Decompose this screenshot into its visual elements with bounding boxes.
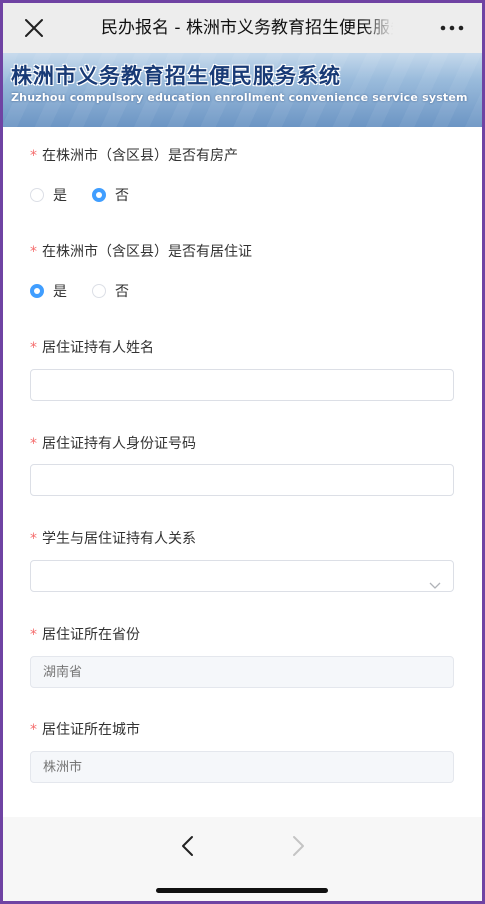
banner-title-cn: 株洲市义务教育招生便民服务系统: [11, 64, 341, 88]
holder-name-label-text: 居住证持有人姓名: [42, 340, 154, 356]
title-bar: 民办报名 - 株洲市义务教育招生便民服务系统: [3, 3, 482, 53]
phone-screen: 民办报名 - 株洲市义务教育招生便民服务系统 株洲市义务教育招生便民服务系统 Z…: [3, 3, 482, 901]
holder-name-input[interactable]: [30, 369, 454, 401]
radio-button-selected[interactable]: [30, 284, 44, 298]
city-input: [30, 751, 454, 783]
has-property-label: * 在株洲市（含区县）是否有房产: [30, 146, 238, 166]
has-property-label-text: 在株洲市（含区县）是否有房产: [42, 148, 238, 164]
city-label: * 居住证所在城市: [30, 720, 140, 740]
chevron-down-icon[interactable]: [429, 572, 441, 589]
required-mark: *: [30, 722, 37, 738]
home-indicator[interactable]: [156, 888, 328, 893]
required-mark: *: [30, 148, 37, 164]
radio-button-selected[interactable]: [92, 188, 106, 202]
radio-label: 是: [53, 284, 67, 300]
required-mark: *: [30, 531, 37, 547]
chevron-right-icon[interactable]: [283, 831, 313, 861]
holder-id-input[interactable]: [30, 464, 454, 496]
has-permit-label-text: 在株洲市（含区县）是否有居住证: [42, 244, 252, 260]
radio-button[interactable]: [30, 188, 44, 202]
city-label-text: 居住证所在城市: [42, 722, 140, 738]
required-mark: *: [30, 436, 37, 452]
has-property-option-no[interactable]: 否: [92, 186, 137, 208]
radio-label: 否: [115, 188, 129, 204]
holder-id-label-text: 居住证持有人身份证号码: [42, 436, 196, 452]
banner-title-en: Zhuzhou compulsory education enrollment …: [11, 91, 468, 104]
relation-label-text: 学生与居住证持有人关系: [42, 531, 196, 547]
required-mark: *: [30, 340, 37, 356]
required-mark: *: [30, 244, 37, 260]
relation-select[interactable]: [30, 560, 454, 592]
has-permit-option-yes[interactable]: 是: [30, 282, 75, 304]
holder-name-label: * 居住证持有人姓名: [30, 338, 154, 358]
page-title: 民办报名 - 株洲市义务教育招生便民服务系统: [101, 18, 393, 38]
radio-label: 否: [115, 284, 129, 300]
has-property-option-yes[interactable]: 是: [30, 186, 75, 208]
close-icon[interactable]: [21, 15, 47, 41]
relation-label: * 学生与居住证持有人关系: [30, 529, 196, 549]
more-icon[interactable]: [438, 15, 466, 41]
has-permit-option-no[interactable]: 否: [92, 282, 137, 304]
province-input: [30, 656, 454, 688]
radio-button[interactable]: [92, 284, 106, 298]
province-label-text: 居住证所在省份: [42, 627, 140, 643]
province-label: * 居住证所在省份: [30, 625, 140, 645]
title-fade: [363, 13, 399, 43]
bottom-nav-bar: [3, 817, 482, 901]
radio-label: 是: [53, 188, 67, 204]
system-banner: 株洲市义务教育招生便民服务系统 Zhuzhou compulsory educa…: [3, 53, 482, 127]
has-permit-label: * 在株洲市（含区县）是否有居住证: [30, 242, 252, 262]
holder-id-label: * 居住证持有人身份证号码: [30, 434, 196, 454]
chevron-left-icon[interactable]: [173, 831, 203, 861]
required-mark: *: [30, 627, 37, 643]
